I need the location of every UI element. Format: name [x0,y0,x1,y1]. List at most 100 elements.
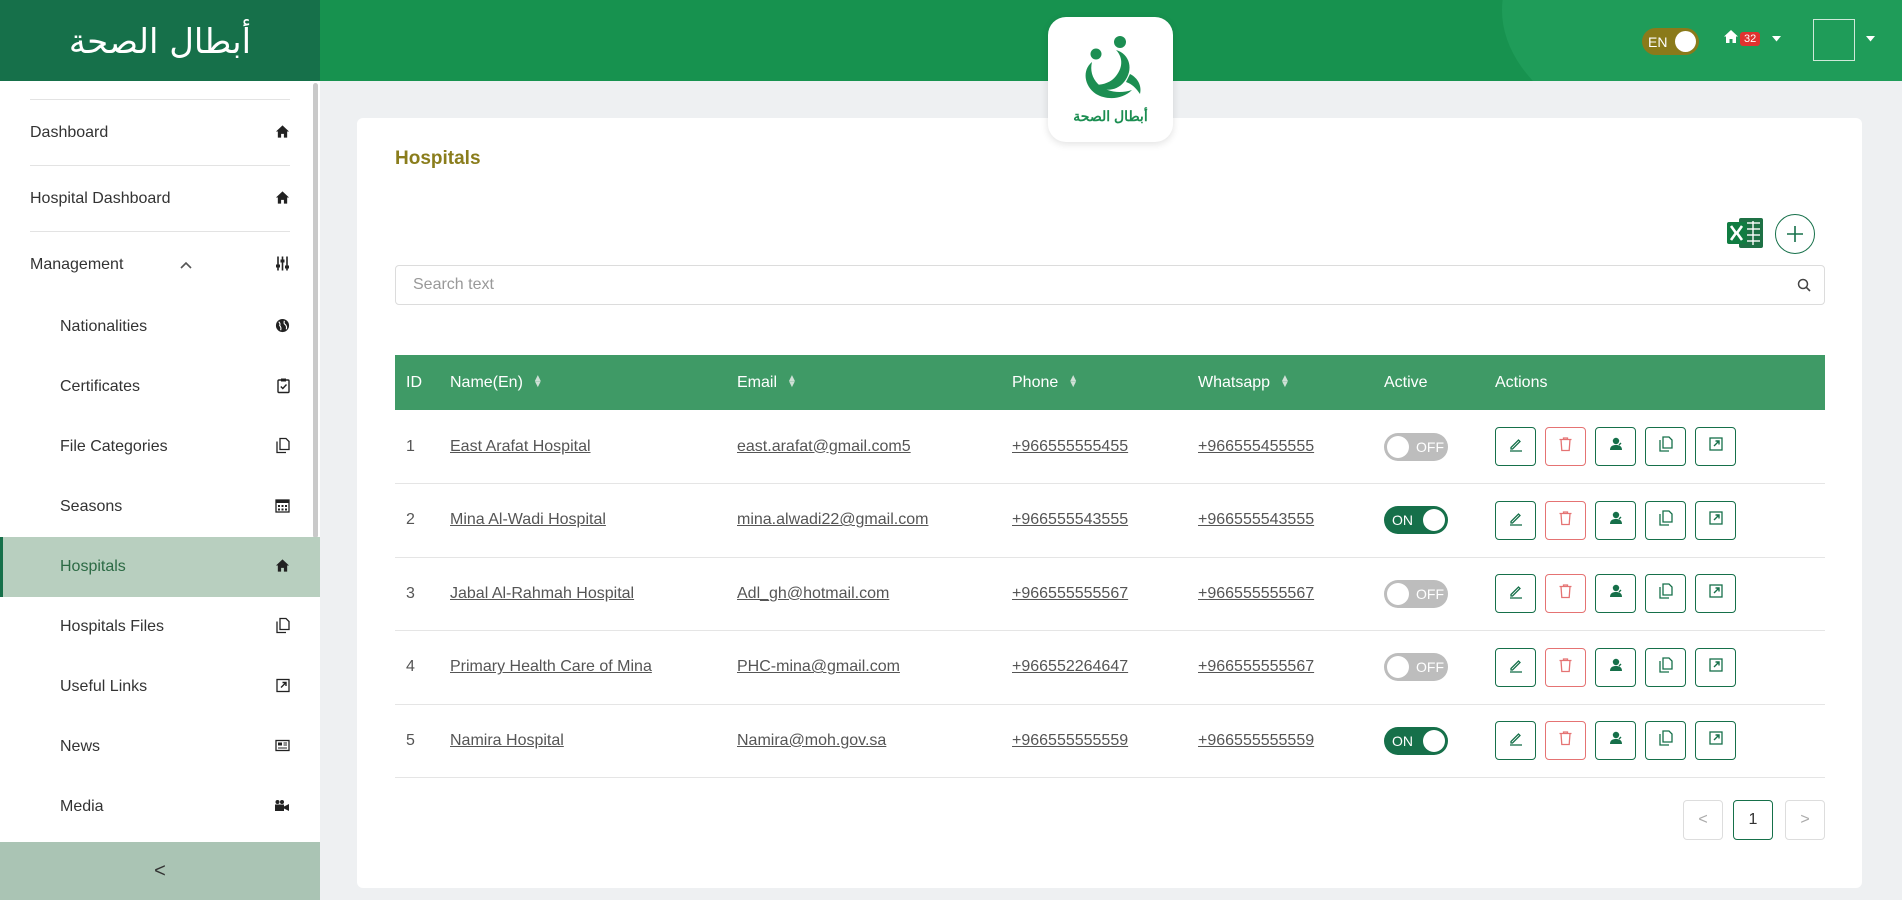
phone-link[interactable]: +966555555559 [1001,704,1187,778]
manage-users-button[interactable] [1595,721,1636,761]
phone-link[interactable]: +966552264647 [1001,631,1187,705]
clipboard-check-icon [277,378,290,397]
add-hospital-button[interactable] [1775,214,1815,254]
export-excel-button[interactable] [1725,213,1765,253]
column-header-email[interactable]: Email ▲ ▼ [726,355,1001,410]
manage-users-button[interactable] [1595,500,1636,540]
user-icon [1608,730,1624,751]
open-link-button[interactable] [1695,500,1736,540]
sidebar-item-dashboard[interactable]: Dashboard [30,99,290,165]
sidebar-item-seasons[interactable]: Seasons [0,477,320,537]
active-toggle[interactable]: ON [1384,506,1448,535]
edit-icon [1508,583,1524,604]
edit-button[interactable] [1495,427,1536,466]
hospitals-card: Hospitals ID Name(En)▲▼ Email▲▼ Phone▲▼ … [357,118,1862,888]
search-input[interactable] [396,266,1784,304]
sidebar-item-news[interactable]: News [0,717,320,777]
sidebar-item-useful-links[interactable]: Useful Links [0,657,320,717]
sidebar-item-label: Dashboard [30,123,109,141]
phone-link[interactable]: +966555555455 [1001,410,1187,484]
external-link-icon [1708,658,1723,677]
language-toggle[interactable]: EN [1642,28,1699,55]
open-link-button[interactable] [1695,574,1736,614]
hospital-name-link[interactable]: East Arafat Hospital [439,410,726,484]
sidebar-item-hospital-dashboard[interactable]: Hospital Dashboard [30,165,290,231]
email-link[interactable]: east.arafat@gmail.com5 [726,410,1001,484]
user-avatar[interactable] [1813,19,1855,61]
email-link[interactable]: Namira@moh.gov.sa [726,704,1001,778]
hospital-files-button[interactable] [1645,721,1686,761]
sidebar-item-hospitals[interactable]: Hospitals [0,537,320,597]
active-toggle[interactable]: OFF [1384,432,1448,461]
cell-id: 4 [406,658,415,676]
sliders-icon [275,255,290,274]
whatsapp-link[interactable]: +966555555567 [1187,631,1373,705]
hospital-name-link[interactable]: Primary Health Care of Mina [439,631,726,705]
active-toggle[interactable]: OFF [1384,653,1448,682]
sidebar-item-label: Management [30,255,124,273]
notifications-button[interactable]: 32 [1723,29,1782,49]
sidebar-item-management[interactable]: Management [30,231,290,297]
whatsapp-link[interactable]: +966555455555 [1187,410,1373,484]
edit-button[interactable] [1495,647,1536,687]
phone-link[interactable]: +966555543555 [1001,484,1187,558]
cell-active: OFF [1373,557,1484,631]
sidebar-item-file-categories[interactable]: File Categories [0,417,320,477]
open-link-button[interactable] [1695,427,1736,466]
email-link[interactable]: PHC-mina@gmail.com [726,631,1001,705]
delete-button[interactable] [1545,721,1586,761]
cell-actions [1484,410,1825,484]
manage-users-button[interactable] [1595,647,1636,687]
hospital-files-button[interactable] [1645,500,1686,540]
whatsapp-link[interactable]: +966555543555 [1187,484,1373,558]
caret-down-icon[interactable] [1866,34,1875,45]
edit-icon [1508,510,1524,531]
sidebar-item-nationalities[interactable]: Nationalities [0,297,320,357]
phone-link[interactable]: +966555555567 [1001,557,1187,631]
cell-id: 2 [406,511,415,529]
toggle-knob [1387,656,1409,679]
hospital-files-button[interactable] [1645,574,1686,614]
chevron-left-icon: < [154,859,166,882]
brand-logo[interactable]: أبطال الصحة [0,0,320,81]
sidebar-item-certificates[interactable]: Certificates [0,357,320,417]
whatsapp-link[interactable]: +966555555567 [1187,557,1373,631]
delete-button[interactable] [1545,647,1586,687]
delete-button[interactable] [1545,574,1586,614]
hospital-files-button[interactable] [1645,647,1686,687]
delete-button[interactable] [1545,427,1586,466]
manage-users-button[interactable] [1595,574,1636,614]
column-header-whatsapp[interactable]: Whatsapp ▲ ▼ [1187,355,1373,410]
pagination-next-button[interactable]: > [1785,800,1825,840]
active-toggle[interactable]: ON [1384,726,1448,755]
column-header-name[interactable]: Name(En) ▲ ▼ [439,355,726,410]
table-row: 1 East Arafat Hospital east.arafat@gmail.c… [395,410,1825,484]
whatsapp-link[interactable]: +966555555559 [1187,704,1373,778]
open-link-button[interactable] [1695,647,1736,687]
open-link-button[interactable] [1695,721,1736,761]
sidebar-item-media[interactable]: Media [0,777,320,837]
sidebar-item-label: Media [60,798,104,815]
hospital-name-link[interactable]: Jabal Al-Rahmah Hospital [439,557,726,631]
pagination-prev-button[interactable]: < [1683,800,1723,840]
active-toggle[interactable]: OFF [1384,579,1448,608]
edit-button[interactable] [1495,721,1536,761]
email-link[interactable]: Adl_gh@hotmail.com [726,557,1001,631]
sidebar-item-label: Hospital Dashboard [30,189,171,207]
user-icon [1608,510,1624,531]
manage-users-button[interactable] [1595,427,1636,466]
edit-button[interactable] [1495,500,1536,540]
sidebar-collapse-button[interactable]: < [0,842,320,900]
hospital-name-link[interactable]: Mina Al-Wadi Hospital [439,484,726,558]
edit-button[interactable] [1495,574,1536,614]
column-header-phone[interactable]: Phone ▲ ▼ [1001,355,1187,410]
hospital-files-button[interactable] [1645,427,1686,466]
search-icon[interactable] [1784,278,1824,292]
sidebar-item-hospitals-files[interactable]: Hospitals Files [0,597,320,657]
table-row: 5 Namira Hospital Namira@moh.gov.sa +966555… [395,704,1825,778]
files-icon [1658,583,1673,604]
hospital-name-link[interactable]: Namira Hospital [439,704,726,778]
email-link[interactable]: mina.alwadi22@gmail.com [726,484,1001,558]
delete-button[interactable] [1545,500,1586,540]
pagination-page-button[interactable]: 1 [1733,800,1773,840]
